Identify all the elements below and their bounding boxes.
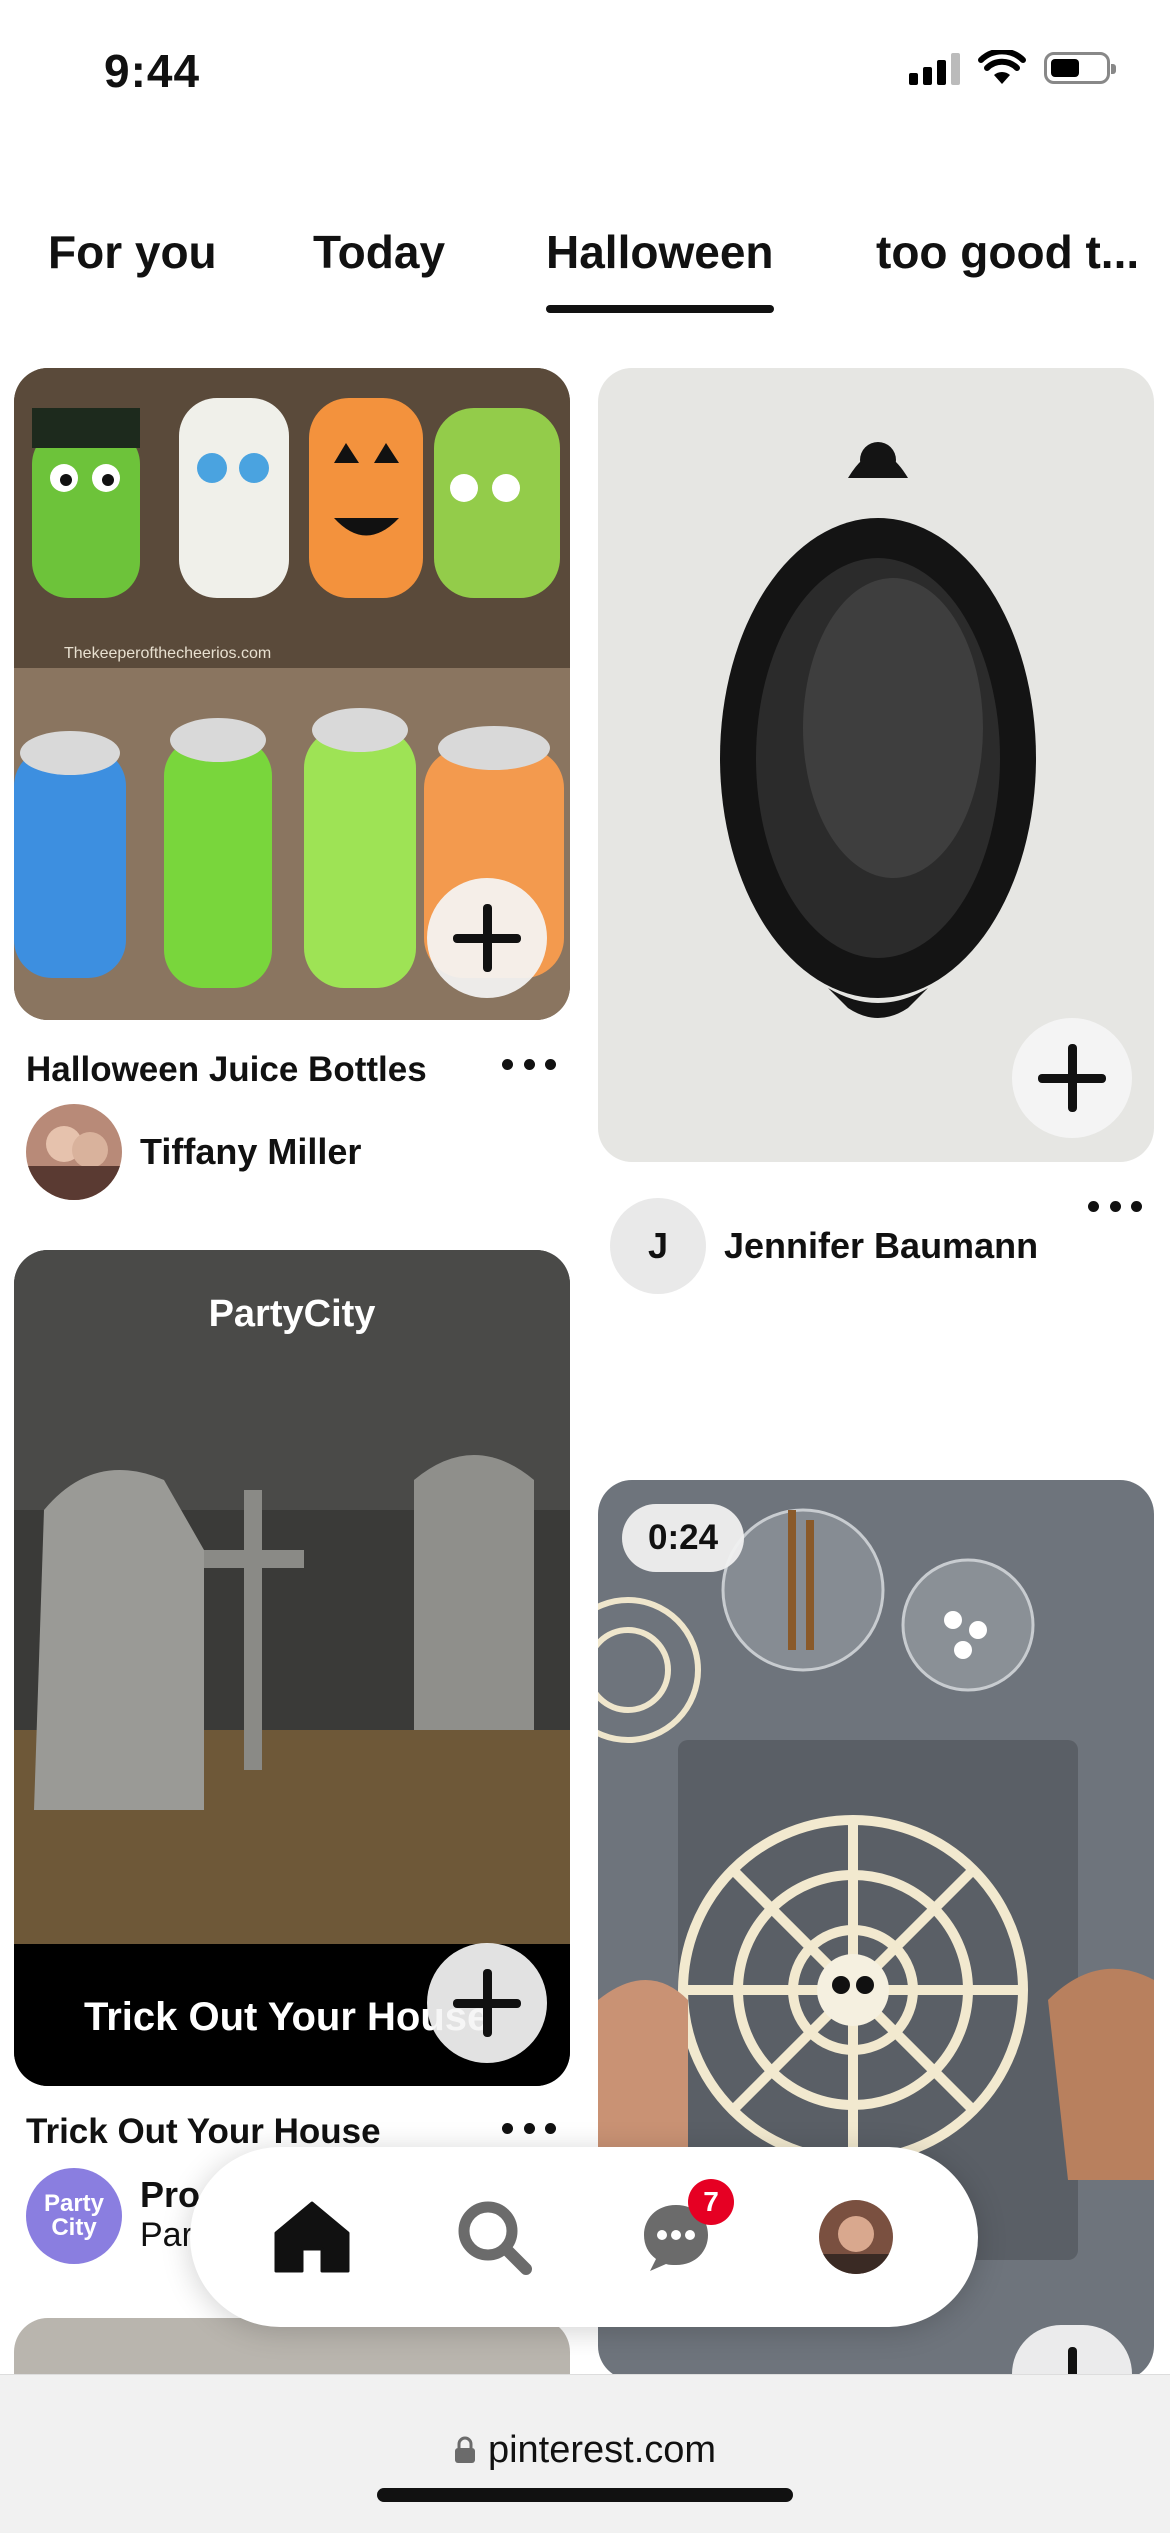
nav-profile[interactable] <box>806 2187 906 2287</box>
avatar <box>26 1104 122 1200</box>
tab-too-good[interactable]: too good t... <box>876 225 1139 279</box>
pin-title[interactable]: Trick Out Your House <box>26 2112 381 2152</box>
pin-author[interactable]: Tiffany Miller <box>26 1104 361 1200</box>
watermark-text: Thekeeperofthecheerios.com <box>64 645 271 662</box>
status-icons <box>909 50 1116 86</box>
plus-icon <box>453 904 521 972</box>
more-options-icon[interactable] <box>1088 1196 1142 1216</box>
pin-author[interactable]: J Jennifer Baumann <box>610 1198 1038 1294</box>
avatar: J <box>610 1198 706 1294</box>
author-name: Jennifer Baumann <box>724 1225 1039 1266</box>
save-pin-button[interactable] <box>427 1943 547 2063</box>
save-pin-button[interactable] <box>1012 1018 1132 1138</box>
author-name: Pro <box>140 2174 201 2215</box>
url-text: pinterest.com <box>487 2429 717 2471</box>
browser-url-bar[interactable]: pinterest.com <box>0 2374 1170 2533</box>
home-indicator[interactable] <box>377 2488 793 2502</box>
tab-for-you[interactable]: For you <box>48 225 217 279</box>
plus-icon <box>453 1969 521 2037</box>
save-pin-button[interactable] <box>427 878 547 998</box>
author-name: Tiffany Miller <box>140 1131 362 1172</box>
profile-avatar <box>819 2200 893 2274</box>
nav-search[interactable] <box>444 2187 544 2287</box>
lock-icon <box>454 2436 475 2463</box>
home-icon <box>274 2201 350 2273</box>
more-options-icon[interactable] <box>502 2118 556 2138</box>
notification-badge: 7 <box>688 2179 734 2225</box>
plus-icon <box>1038 1044 1106 1112</box>
feed-tabs: For you Today Halloween too good t... <box>0 225 1170 315</box>
nav-messages[interactable]: 7 <box>626 2179 734 2287</box>
video-duration-badge: 0:24 <box>622 1504 745 1572</box>
battery-icon <box>1044 52 1116 84</box>
avatar: Party City <box>26 2168 122 2264</box>
pin-title[interactable]: Halloween Juice Bottles <box>26 1050 427 1090</box>
more-options-icon[interactable] <box>502 1054 556 1074</box>
url-display[interactable]: pinterest.com <box>0 2429 1170 2472</box>
status-time: 9:44 <box>104 45 201 97</box>
tab-today[interactable]: Today <box>313 225 445 279</box>
cellular-signal-icon <box>909 51 960 85</box>
wifi-icon <box>978 50 1026 84</box>
bottom-navigation: 7 <box>190 2147 978 2327</box>
image-header-text: PartyCity <box>209 1293 376 1335</box>
nav-home[interactable] <box>262 2187 362 2287</box>
search-icon <box>458 2201 532 2275</box>
tab-halloween[interactable]: Halloween <box>546 225 774 313</box>
pin-author[interactable]: Party City Pro Par <box>26 2168 200 2264</box>
plus-icon <box>1038 2347 1106 2374</box>
